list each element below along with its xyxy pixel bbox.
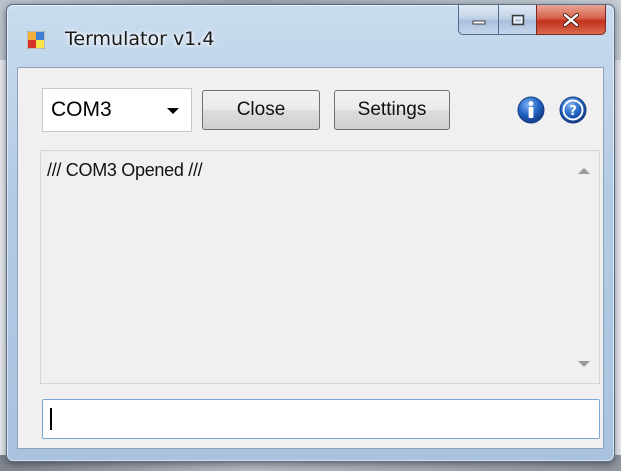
settings-button[interactable]: Settings (334, 90, 450, 130)
text-caret (50, 408, 52, 430)
scroll-down-icon[interactable] (578, 361, 590, 367)
log-scrollbar[interactable] (569, 151, 599, 383)
info-icon[interactable] (516, 95, 546, 125)
app-icon[interactable] (26, 30, 46, 50)
chevron-down-icon (167, 108, 179, 114)
maximize-button[interactable] (498, 5, 536, 35)
close-icon (563, 12, 579, 27)
client-area: COM3 Close Settings ? /// COM3 Opened //… (17, 67, 604, 449)
app-window: Termulator v1.4 COM3 Close Settings ? //… (6, 4, 615, 462)
window-title: Termulator v1.4 (65, 28, 215, 50)
log-output[interactable]: /// COM3 Opened /// (40, 150, 600, 384)
port-select-value: COM3 (51, 98, 112, 121)
minimize-icon (472, 20, 485, 24)
log-line: /// COM3 Opened /// (47, 160, 203, 180)
caption-buttons (458, 5, 606, 35)
minimize-button[interactable] (458, 5, 498, 35)
title-bar[interactable]: Termulator v1.4 (7, 5, 614, 57)
help-icon[interactable]: ? (558, 95, 588, 125)
port-select[interactable]: COM3 (42, 88, 192, 132)
close-window-button[interactable] (536, 5, 606, 35)
maximize-icon (511, 14, 524, 25)
close-port-button[interactable]: Close (202, 90, 320, 130)
svg-text:?: ? (569, 104, 577, 119)
scroll-up-icon[interactable] (578, 168, 590, 174)
send-input[interactable] (42, 399, 600, 439)
